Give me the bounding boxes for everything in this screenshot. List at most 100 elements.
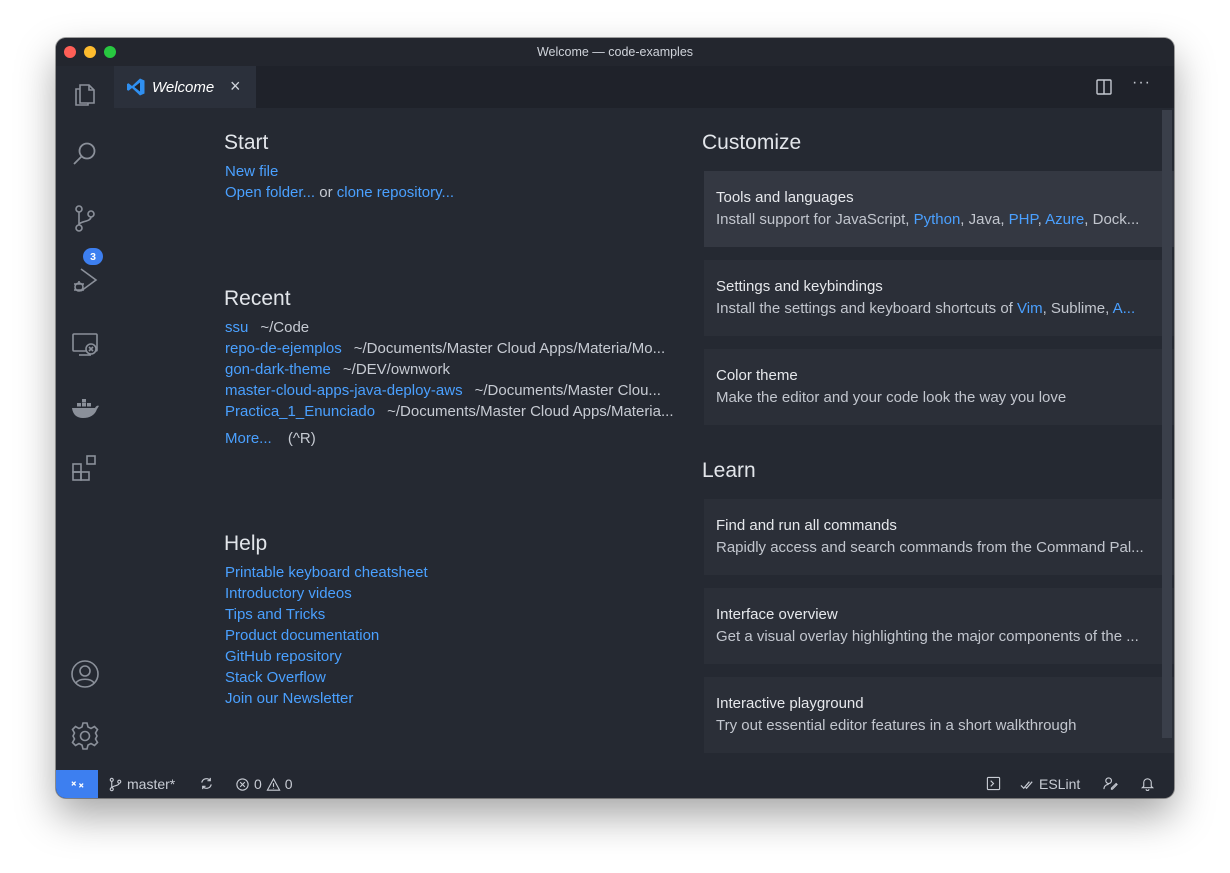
help-heading: Help bbox=[224, 532, 268, 555]
recent-item-name[interactable]: repo-de-ejemplos bbox=[225, 340, 342, 357]
card-description: Rapidly access and search commands from … bbox=[716, 539, 1144, 556]
tab-label: Welcome bbox=[152, 79, 215, 96]
close-window-button[interactable] bbox=[64, 46, 76, 58]
notifications-button[interactable] bbox=[1140, 776, 1155, 791]
recent-item[interactable]: master-cloud-apps-java-deploy-aws ~/Docum… bbox=[225, 382, 701, 399]
sync-button[interactable] bbox=[199, 776, 214, 791]
help-link-newsletter[interactable]: Join our Newsletter bbox=[225, 690, 353, 707]
card-title: Find and run all commands bbox=[716, 517, 897, 534]
recent-item-path: ~/Code bbox=[260, 319, 310, 336]
source-control-icon[interactable] bbox=[69, 202, 101, 234]
title-bar: Welcome — code-examples bbox=[56, 38, 1174, 66]
learn-heading: Learn bbox=[702, 459, 756, 482]
card-title: Tools and languages bbox=[716, 189, 854, 206]
open-folder-link[interactable]: Open folder... bbox=[225, 184, 315, 201]
more-recent-shortcut: (^R) bbox=[287, 430, 316, 447]
eslint-label: ESLint bbox=[1039, 776, 1081, 792]
card-color-theme[interactable]: Color theme Make the editor and your cod… bbox=[704, 349, 1174, 425]
or-text: or bbox=[319, 184, 333, 201]
vim-link[interactable]: Vim bbox=[1017, 300, 1043, 317]
recent-item[interactable]: Practica_1_Enunciado ~/Documents/Master C… bbox=[225, 403, 701, 420]
help-link-keyboard-cheatsheet[interactable]: Printable keyboard cheatsheet bbox=[225, 564, 428, 581]
recent-item[interactable]: repo-de-ejemplos ~/Documents/Master Cloud… bbox=[225, 340, 701, 357]
tab-bar: Welcome × ··· bbox=[114, 66, 1174, 108]
feedback-button[interactable] bbox=[1103, 776, 1118, 791]
editor-scrollbar[interactable] bbox=[1162, 110, 1172, 738]
account-icon[interactable] bbox=[69, 658, 101, 690]
remote-explorer-icon[interactable] bbox=[69, 328, 101, 360]
branch-name: master* bbox=[127, 776, 176, 792]
atom-link[interactable]: A... bbox=[1113, 300, 1136, 317]
card-description: Make the editor and your code look the w… bbox=[716, 389, 1067, 406]
status-bar: master* 0 0 ESLint bbox=[56, 770, 1174, 798]
clone-repository-link[interactable]: clone repository... bbox=[337, 184, 454, 201]
card-settings-and-keybindings[interactable]: Settings and keybindings Install the set… bbox=[704, 260, 1174, 336]
feedback-icon bbox=[1103, 777, 1118, 790]
window-title: Welcome — code-examples bbox=[536, 45, 694, 59]
recent-item-name[interactable]: ssu bbox=[225, 319, 248, 336]
card-title: Interactive playground bbox=[716, 695, 864, 712]
recent-item-path: ~/Documents/Master Cloud Apps/Materia/Mo… bbox=[353, 340, 666, 357]
azure-link[interactable]: Azure bbox=[1045, 211, 1084, 228]
problems-status[interactable]: 0 0 bbox=[235, 776, 293, 792]
card-tools-and-languages[interactable]: Tools and languages Install support for … bbox=[704, 171, 1174, 247]
remote-icon bbox=[70, 780, 84, 788]
activity-bar: 3 bbox=[56, 66, 114, 770]
recent-item-path: ~/Documents/Master Cloud Apps/Materia... bbox=[387, 403, 674, 420]
search-icon[interactable] bbox=[69, 138, 101, 170]
card-interactive-playground[interactable]: Interactive playground Try out essential… bbox=[704, 677, 1174, 753]
card-description: Get a visual overlay highlighting the ma… bbox=[716, 628, 1139, 645]
help-link-product-documentation[interactable]: Product documentation bbox=[225, 627, 379, 644]
help-link-stack-overflow[interactable]: Stack Overflow bbox=[225, 669, 326, 686]
run-debug-icon[interactable] bbox=[69, 264, 101, 296]
python-link[interactable]: Python bbox=[914, 211, 961, 228]
branch-status[interactable]: master* bbox=[108, 776, 175, 792]
split-editor-icon[interactable] bbox=[1095, 78, 1113, 96]
card-description: Install support for JavaScript, Python, … bbox=[716, 211, 1140, 228]
recent-item-name[interactable]: gon-dark-theme bbox=[225, 361, 331, 378]
card-title: Settings and keybindings bbox=[716, 278, 883, 295]
vscode-logo-icon bbox=[127, 78, 145, 96]
recent-item-name[interactable]: master-cloud-apps-java-deploy-aws bbox=[225, 382, 463, 399]
terminal-icon bbox=[986, 776, 1001, 791]
terminal-button[interactable] bbox=[986, 776, 1001, 791]
settings-gear-icon[interactable] bbox=[69, 720, 101, 752]
card-title: Color theme bbox=[716, 367, 798, 384]
extensions-icon[interactable] bbox=[69, 452, 101, 484]
tab-close-button[interactable]: × bbox=[230, 76, 241, 96]
bell-icon bbox=[1140, 778, 1155, 791]
maximize-window-button[interactable] bbox=[104, 46, 116, 58]
warning-count: 0 bbox=[284, 776, 293, 792]
card-find-and-run-commands[interactable]: Find and run all commands Rapidly access… bbox=[704, 499, 1174, 575]
card-description: Try out essential editor features in a s… bbox=[716, 717, 1077, 734]
card-description: Install the settings and keyboard shortc… bbox=[716, 300, 1136, 317]
recent-item[interactable]: ssu ~/Code bbox=[225, 319, 701, 336]
card-title: Interface overview bbox=[716, 606, 838, 623]
more-recent-link[interactable]: More... bbox=[225, 430, 272, 447]
more-actions-button[interactable]: ··· bbox=[1132, 74, 1151, 92]
error-count: 0 bbox=[254, 776, 262, 792]
recent-item-path: ~/DEV/ownwork bbox=[342, 361, 451, 378]
recent-heading: Recent bbox=[224, 287, 291, 310]
eslint-status[interactable]: ESLint bbox=[1020, 776, 1080, 792]
help-link-introductory-videos[interactable]: Introductory videos bbox=[225, 585, 352, 602]
git-branch-icon bbox=[109, 777, 122, 791]
remote-indicator-button[interactable] bbox=[56, 770, 98, 798]
recent-item-name[interactable]: Practica_1_Enunciado bbox=[225, 403, 375, 420]
welcome-page: Start New file Open folder... or clone r… bbox=[114, 108, 1174, 770]
docker-icon[interactable] bbox=[69, 392, 101, 424]
recent-item[interactable]: gon-dark-theme ~/DEV/ownwork bbox=[225, 361, 701, 378]
files-icon[interactable] bbox=[69, 78, 101, 110]
php-link[interactable]: PHP bbox=[1009, 211, 1038, 228]
app-window: Welcome — code-examples 3 Welcome × ··· … bbox=[56, 38, 1174, 798]
window-controls bbox=[64, 46, 116, 58]
help-link-github-repository[interactable]: GitHub repository bbox=[225, 648, 342, 665]
help-link-tips-and-tricks[interactable]: Tips and Tricks bbox=[225, 606, 325, 623]
new-file-link[interactable]: New file bbox=[225, 163, 278, 180]
error-icon bbox=[236, 777, 249, 791]
minimize-window-button[interactable] bbox=[84, 46, 96, 58]
tab-welcome[interactable]: Welcome × bbox=[114, 66, 256, 108]
warning-icon bbox=[266, 777, 281, 791]
card-interface-overview[interactable]: Interface overview Get a visual overlay … bbox=[704, 588, 1174, 664]
start-heading: Start bbox=[224, 131, 269, 154]
